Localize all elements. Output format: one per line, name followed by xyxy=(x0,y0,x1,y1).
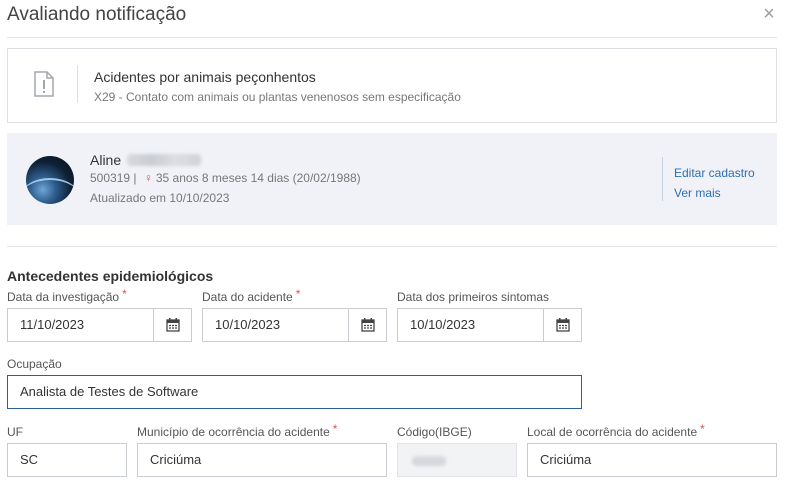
municipality-input[interactable]: Criciúma xyxy=(137,443,387,477)
occupation-label: Ocupação xyxy=(7,357,62,371)
patient-actions-divider xyxy=(662,157,663,201)
patient-name: Aline xyxy=(90,152,202,168)
ibge-code-redacted xyxy=(412,455,446,466)
investigation-date-field[interactable]: 11/10/2023 xyxy=(7,308,192,342)
ibge-code-label: Código(IBGE) xyxy=(397,425,472,439)
info-separator: | xyxy=(133,171,137,185)
investigation-date-label: Data da investigação * xyxy=(7,287,127,304)
section-divider xyxy=(7,246,777,247)
uf-input[interactable]: SC xyxy=(7,443,127,477)
accident-location-label: Local de ocorrência do acidente * xyxy=(527,422,705,439)
notification-divider xyxy=(77,65,78,103)
accident-date-value: 10/10/2023 xyxy=(215,317,281,332)
patient-first-name: Aline xyxy=(90,152,122,168)
header-divider xyxy=(7,37,777,38)
accident-date-field[interactable]: 10/10/2023 xyxy=(202,308,387,342)
municipality-label: Município de ocorrência do acidente * xyxy=(137,422,338,439)
see-more-link[interactable]: Ver mais xyxy=(674,186,721,200)
avatar xyxy=(26,156,74,204)
patient-info-line: 500319 | ♀ 35 anos 8 meses 14 dias (20/02… xyxy=(90,171,361,185)
patient-updated: Atualizado em 10/10/2023 xyxy=(90,191,230,205)
section-title: Antecedentes epidemiológicos xyxy=(7,268,214,284)
patient-age: 35 anos 8 meses 14 dias (20/02/1988) xyxy=(155,171,361,185)
symptoms-date-label: Data dos primeiros sintomas xyxy=(397,290,550,304)
calendar-button[interactable] xyxy=(543,309,581,341)
symptoms-date-value: 10/10/2023 xyxy=(410,317,476,332)
notification-card: Acidentes por animais peçonhentos X29 - … xyxy=(7,48,777,123)
close-icon[interactable]: × xyxy=(760,4,778,24)
required-marker: * xyxy=(295,287,301,301)
required-marker: * xyxy=(332,422,338,436)
required-marker: * xyxy=(122,287,127,301)
calendar-button[interactable] xyxy=(153,309,191,341)
notification-code: X29 - Contato com animais ou plantas ven… xyxy=(94,90,461,104)
required-marker: * xyxy=(700,422,705,436)
edit-registration-link[interactable]: Editar cadastro xyxy=(674,166,755,180)
modal-title: Avaliando notificação xyxy=(7,4,187,25)
patient-id: 500319 xyxy=(90,171,131,185)
calendar-icon xyxy=(166,318,180,332)
uf-label: UF xyxy=(7,425,23,439)
ibge-code-input xyxy=(397,443,517,477)
patient-card: Aline 500319 | ♀ 35 anos 8 meses 14 dias … xyxy=(7,133,777,225)
calendar-icon xyxy=(361,318,375,332)
investigation-date-value: 11/10/2023 xyxy=(20,317,85,332)
accident-date-label: Data do acidente * xyxy=(202,287,301,304)
calendar-button[interactable] xyxy=(348,309,386,341)
accident-location-input[interactable]: Criciúma xyxy=(527,443,777,477)
patient-surname-redacted xyxy=(127,154,202,166)
occupation-input[interactable]: Analista de Testes de Software xyxy=(7,375,582,409)
calendar-icon xyxy=(556,318,570,332)
symptoms-date-field[interactable]: 10/10/2023 xyxy=(397,308,582,342)
notification-name: Acidentes por animais peçonhentos xyxy=(94,69,316,85)
document-alert-icon xyxy=(34,71,54,97)
female-icon: ♀ xyxy=(143,171,153,185)
